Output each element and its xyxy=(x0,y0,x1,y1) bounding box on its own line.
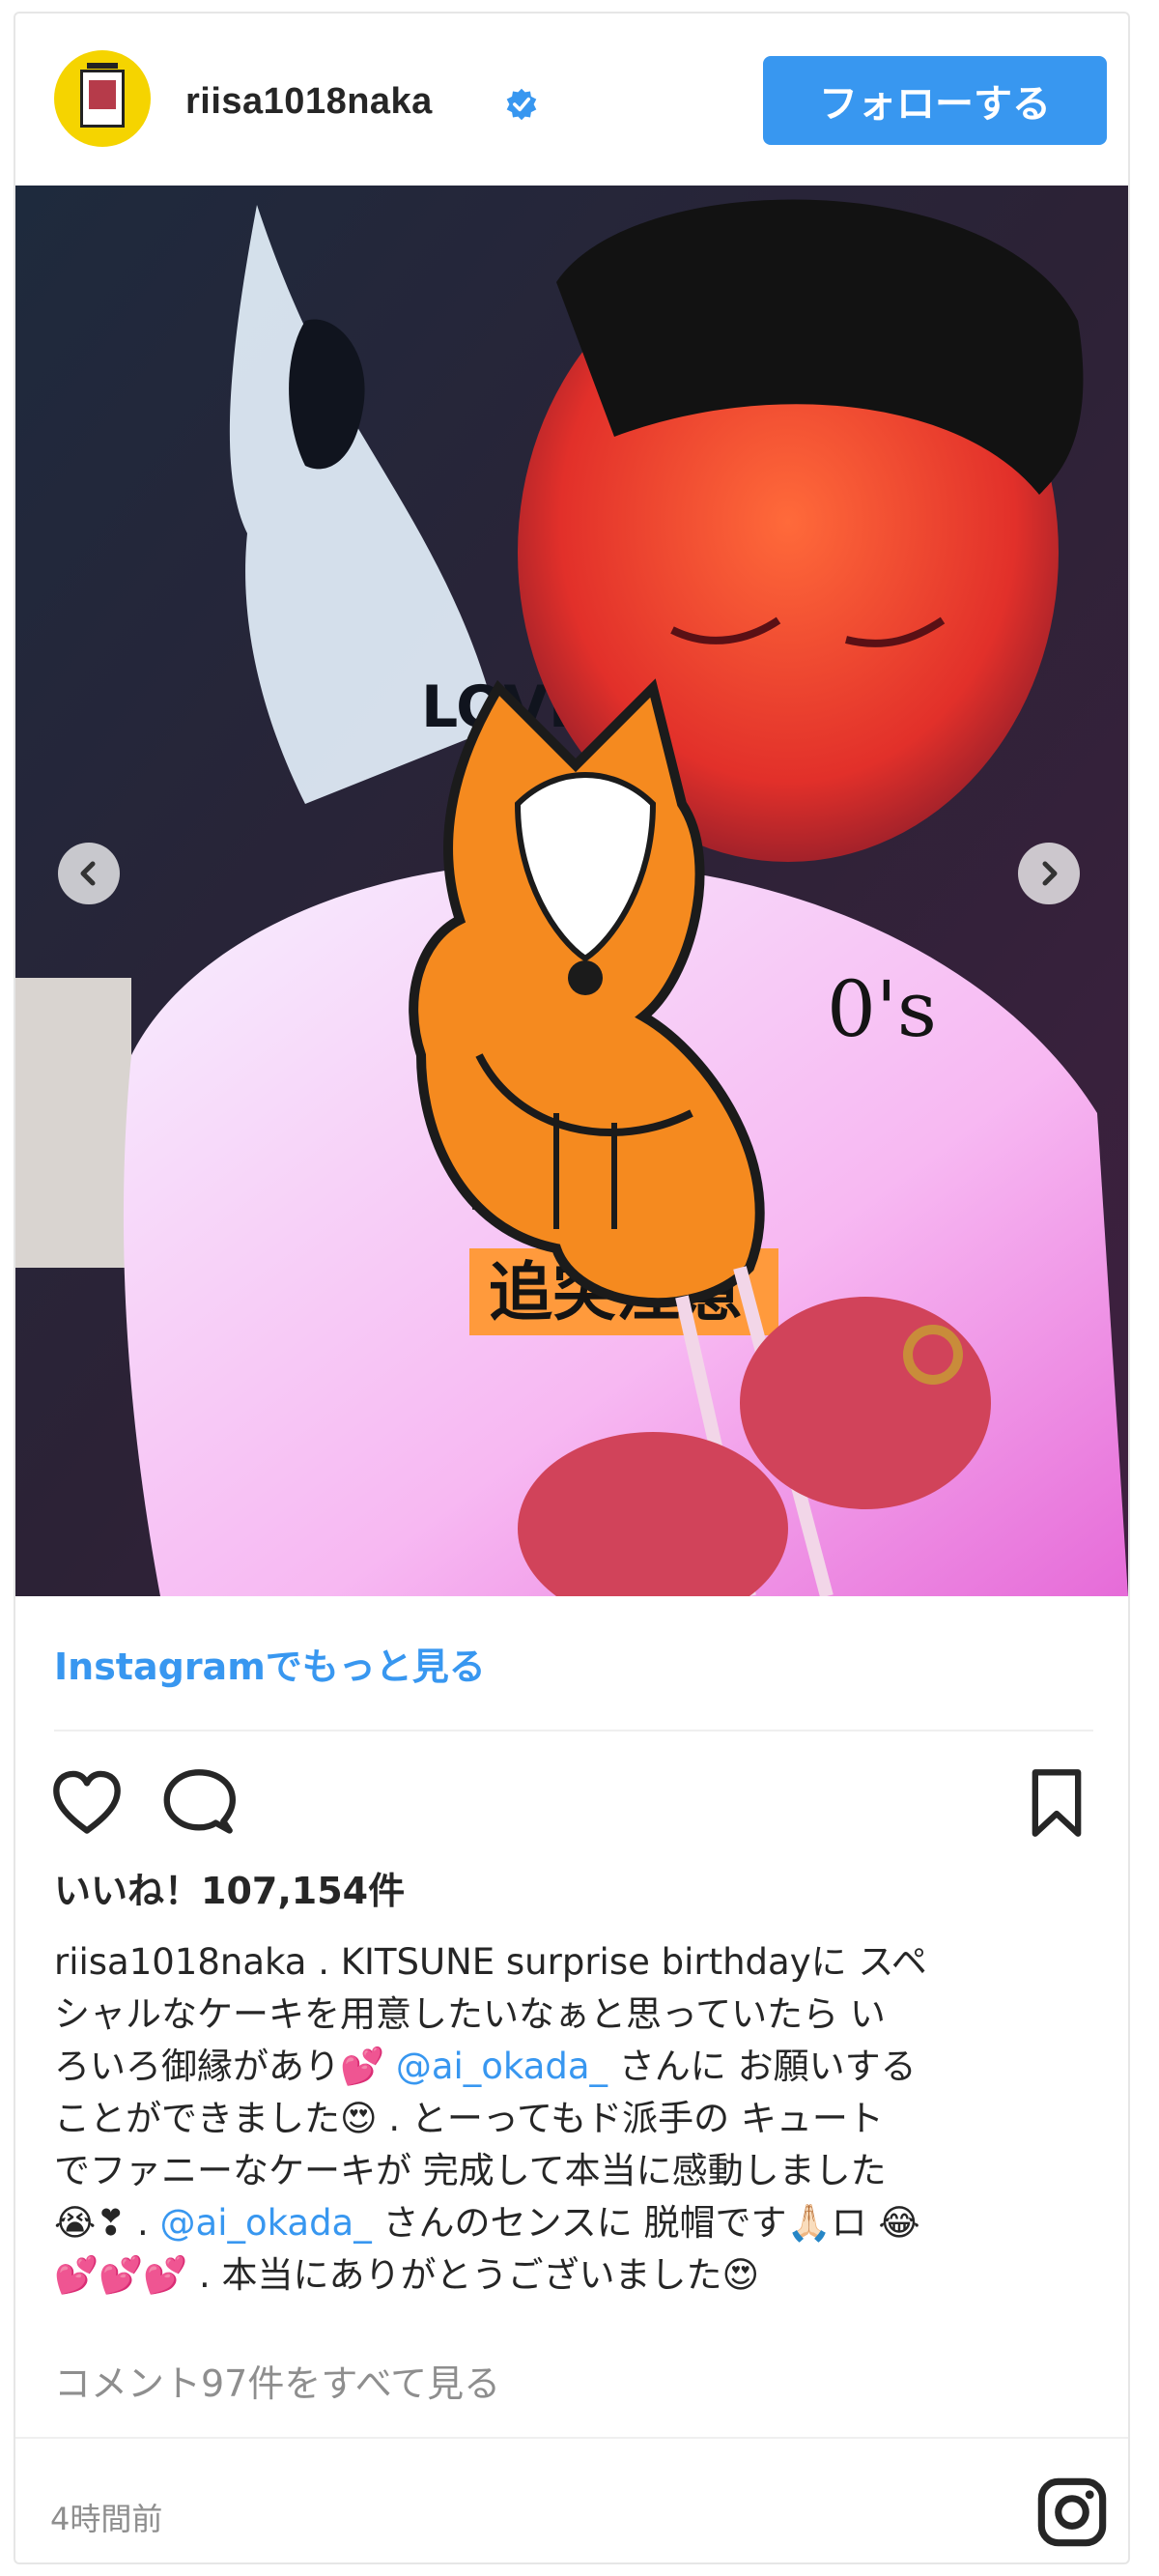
footer-divider xyxy=(15,2437,1128,2439)
avatar-image xyxy=(80,63,125,128)
heart-icon[interactable] xyxy=(50,1766,124,1840)
previous-image-button[interactable] xyxy=(58,843,120,904)
follow-button[interactable]: フォローする xyxy=(763,56,1107,145)
shirt-text-2: 0's xyxy=(827,964,937,1054)
username-link[interactable]: riisa1018naka xyxy=(185,81,433,123)
likes-count[interactable]: いいね！107,154件 xyxy=(54,1861,405,1914)
mention-link[interactable]: @ai_okada_ xyxy=(396,2046,608,2087)
caption-line: ろいろ御縁があり💕 @ai_okada_ さんに お願いする xyxy=(54,2046,917,2087)
caption-line: でファニーなケーキが 完成して本当に感動しました xyxy=(54,2150,887,2191)
post-timestamp[interactable]: 4時間前 xyxy=(50,2495,162,2539)
bookmark-icon[interactable] xyxy=(1020,1766,1093,1840)
caption-line: ことができました😍 . とーってもド派手の キュート xyxy=(54,2098,884,2139)
post-photo-image: LOVE in 0's 追突注意 xyxy=(15,186,1128,1596)
caption-line: 😭❣ . @ai_okada_ さんのセンスに 脱帽です🙏🏻ロ 😂 xyxy=(54,2202,920,2244)
instagram-logo-icon[interactable] xyxy=(1035,2476,1109,2549)
verified-badge-icon xyxy=(506,88,537,121)
comment-icon[interactable] xyxy=(162,1766,236,1840)
caption-line: シャルなケーキを用意したいなぁと思っていたら い xyxy=(54,1993,886,2035)
view-more-on-instagram-link[interactable]: Instagramでもっと見る xyxy=(54,1637,486,1690)
instagram-embed-card: riisa1018naka フォローする 0's Instagramでもっと見る… xyxy=(14,12,1130,2564)
view-all-comments-link[interactable]: コメント97件をすべて見る xyxy=(54,2354,500,2407)
avatar[interactable] xyxy=(54,50,151,147)
post-photo[interactable]: LOVE in 0's 追突注意 xyxy=(15,186,1128,1596)
chevron-right-icon xyxy=(1042,861,1058,886)
post-caption: riisa1018naka . KITSUNE surprise birthda… xyxy=(54,1936,1097,2302)
action-bar xyxy=(15,1753,1128,1849)
next-image-button[interactable] xyxy=(1018,843,1080,904)
caption-line: 💕💕💕 . 本当にありがとうございました😍 xyxy=(54,2254,760,2296)
divider xyxy=(54,1730,1093,1732)
mention-link[interactable]: @ai_okada_ xyxy=(160,2202,372,2244)
post-header: riisa1018naka フォローする xyxy=(15,14,1128,186)
chevron-left-icon xyxy=(80,861,96,886)
caption-line: riisa1018naka . KITSUNE surprise birthda… xyxy=(54,1941,927,1983)
